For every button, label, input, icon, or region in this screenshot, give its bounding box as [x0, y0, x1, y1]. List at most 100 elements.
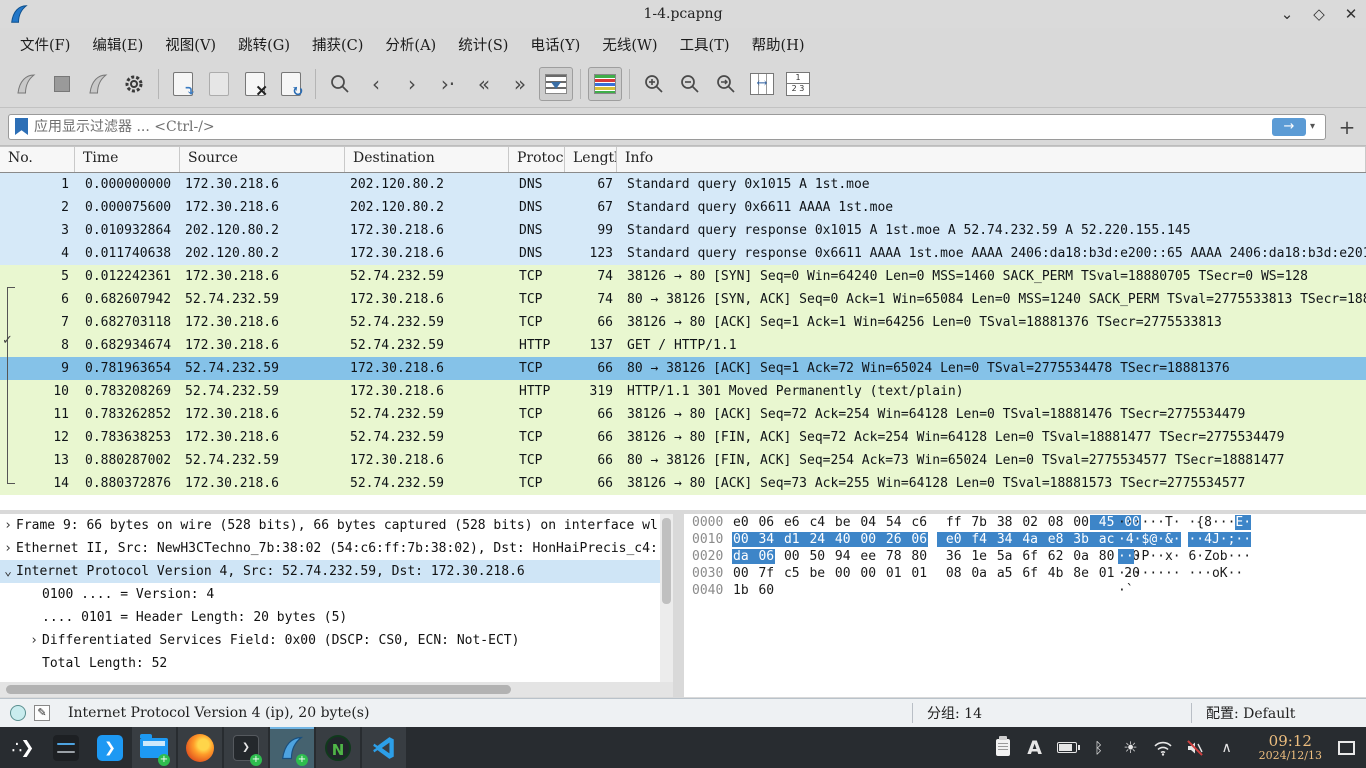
packet-row-12[interactable]: 120.783638253172.30.218.652.74.232.59TCP… — [0, 426, 1366, 449]
last-packet-button[interactable]: » — [503, 67, 537, 101]
packet-row-11[interactable]: 110.783262852172.30.218.652.74.232.59TCP… — [0, 403, 1366, 426]
start-capture-button[interactable] — [9, 67, 43, 101]
clipboard-icon[interactable] — [989, 733, 1017, 763]
resize-columns-button[interactable]: ↔ — [745, 67, 779, 101]
dock-terminal[interactable]: ❯+ — [224, 727, 268, 768]
dock-app-launcher[interactable]: ∴❯ — [0, 727, 44, 768]
detail-line-3[interactable]: 0100 .... = Version: 4 — [0, 583, 660, 606]
packet-row-3[interactable]: 30.010932864202.120.80.2172.30.218.6DNS9… — [0, 219, 1366, 242]
menu-item-7[interactable]: 电话(Y) — [520, 30, 590, 59]
capture-comment-icon[interactable]: ✎ — [34, 705, 50, 721]
detail-line-1[interactable]: ›Ethernet II, Src: NewH3CTechno_7b:38:02… — [0, 537, 660, 560]
column-header-time[interactable]: Time — [75, 147, 180, 172]
packet-row-8[interactable]: 80.682934674172.30.218.652.74.232.59HTTP… — [0, 334, 1366, 357]
first-packet-button[interactable]: « — [467, 67, 501, 101]
go-back-button[interactable]: ‹ — [359, 67, 393, 101]
apply-filter-button[interactable]: → — [1272, 118, 1306, 136]
battery-icon[interactable] — [1053, 733, 1081, 763]
bluetooth-icon[interactable]: ᛒ — [1085, 733, 1113, 763]
close-file-button[interactable]: ✕ — [238, 67, 272, 101]
hex-row-0010[interactable]: 001000 34 d1 24 40 00 26 06 e0 f4 34 4a … — [684, 531, 1366, 548]
packet-row-13[interactable]: 130.88028700252.74.232.59172.30.218.6TCP… — [0, 449, 1366, 472]
packet-row-14[interactable]: 140.880372876172.30.218.652.74.232.59TCP… — [0, 472, 1366, 495]
profile-label[interactable]: 配置: Default — [1206, 703, 1356, 723]
packet-row-9[interactable]: 90.78196365452.74.232.59172.30.218.6TCP6… — [0, 357, 1366, 380]
taskbar-clock[interactable]: 09:12 2024/12/13 — [1259, 733, 1322, 762]
packet-row-4[interactable]: 40.011740638202.120.80.2172.30.218.6DNS1… — [0, 242, 1366, 265]
open-file-button[interactable]: ⤵ — [166, 67, 200, 101]
colorize-toggle[interactable] — [588, 67, 622, 101]
detail-line-6[interactable]: Total Length: 52 — [0, 652, 660, 675]
column-header-dst[interactable]: Destination — [345, 147, 509, 172]
number-columns-button[interactable]: 12 3 — [781, 67, 815, 101]
expert-info-icon[interactable] — [10, 705, 26, 721]
detail-vertical-scrollbar[interactable] — [660, 514, 673, 682]
dock-system-settings[interactable] — [44, 727, 88, 768]
dock-firefox[interactable] — [178, 727, 222, 768]
packet-row-7[interactable]: 70.682703118172.30.218.652.74.232.59TCP6… — [0, 311, 1366, 334]
menu-item-2[interactable]: 视图(V) — [155, 30, 226, 59]
collapsed-expander-icon[interactable]: › — [26, 629, 42, 652]
menu-item-1[interactable]: 编辑(E) — [82, 30, 153, 59]
dock-neovim[interactable]: N — [316, 727, 360, 768]
brightness-icon[interactable]: ☀ — [1117, 733, 1145, 763]
auto-scroll-toggle[interactable] — [539, 67, 573, 101]
restart-capture-button[interactable] — [81, 67, 115, 101]
add-filter-button[interactable]: + — [1336, 115, 1358, 139]
menu-item-8[interactable]: 无线(W) — [592, 30, 667, 59]
stop-capture-button[interactable] — [45, 67, 79, 101]
hex-row-0000[interactable]: 0000e0 06 e6 c4 be 04 54 c6 ff 7b 38 02 … — [684, 514, 1366, 531]
show-desktop-button[interactable] — [1332, 733, 1360, 763]
find-packet-button[interactable] — [323, 67, 357, 101]
detail-line-0[interactable]: ›Frame 9: 66 bytes on wire (528 bits), 6… — [0, 514, 660, 537]
hex-row-0030[interactable]: 003000 7f c5 be 00 00 01 01 08 0a a5 6f … — [684, 565, 1366, 582]
detail-horizontal-scrollbar[interactable] — [0, 682, 673, 697]
volume-muted-icon[interactable] — [1181, 733, 1209, 763]
detail-line-4[interactable]: .... 0101 = Header Length: 20 bytes (5) — [0, 606, 660, 629]
go-forward-button[interactable]: › — [395, 67, 429, 101]
column-header-no[interactable]: No. — [0, 147, 75, 172]
menu-item-3[interactable]: 跳转(G) — [228, 30, 300, 59]
dock-discover[interactable]: ❯ — [88, 727, 132, 768]
display-filter-input[interactable] — [34, 119, 1272, 135]
zoom-reset-button[interactable] — [709, 67, 743, 101]
bookmark-icon[interactable] — [15, 118, 28, 135]
column-header-src[interactable]: Source — [180, 147, 345, 172]
zoom-in-button[interactable] — [637, 67, 671, 101]
pane-divider[interactable] — [673, 514, 684, 697]
wifi-icon[interactable] — [1149, 733, 1177, 763]
dock-wireshark[interactable]: + — [270, 727, 314, 768]
packet-row-5[interactable]: 50.012242361172.30.218.652.74.232.59TCP7… — [0, 265, 1366, 288]
hex-row-0040[interactable]: 00401b 60·` — [684, 582, 1366, 599]
collapsed-expander-icon[interactable]: › — [0, 514, 16, 537]
column-header-info[interactable]: Info — [617, 147, 1366, 172]
collapsed-expander-icon[interactable]: › — [0, 537, 16, 560]
packet-row-6[interactable]: 60.68260794252.74.232.59172.30.218.6TCP7… — [0, 288, 1366, 311]
dock-vscode[interactable] — [362, 727, 406, 768]
go-to-packet-button[interactable]: ›· — [431, 67, 465, 101]
reload-file-button[interactable]: ↻ — [274, 67, 308, 101]
menu-item-10[interactable]: 帮助(H) — [742, 30, 815, 59]
packet-row-1[interactable]: 10.000000000172.30.218.6202.120.80.2DNS6… — [0, 173, 1366, 196]
input-method-icon[interactable]: A — [1021, 733, 1049, 763]
packet-row-2[interactable]: 20.000075600172.30.218.6202.120.80.2DNS6… — [0, 196, 1366, 219]
minimize-button[interactable]: ⌄ — [1278, 5, 1296, 23]
column-header-proto[interactable]: Protocol — [509, 147, 565, 172]
dock-file-manager[interactable]: + — [132, 727, 176, 768]
menu-item-9[interactable]: 工具(T) — [670, 30, 740, 59]
expanded-expander-icon[interactable]: ⌄ — [0, 560, 16, 583]
menu-item-6[interactable]: 统计(S) — [448, 30, 518, 59]
packet-row-10[interactable]: 100.78320826952.74.232.59172.30.218.6HTT… — [0, 380, 1366, 403]
hex-row-0020[interactable]: 0020da 06 00 50 94 ee 78 80 36 1e 5a 6f … — [684, 548, 1366, 565]
zoom-out-button[interactable] — [673, 67, 707, 101]
filter-dropdown-caret-icon[interactable]: ▾ — [1310, 121, 1315, 132]
menu-item-0[interactable]: 文件(F) — [10, 30, 80, 59]
save-file-button[interactable] — [202, 67, 236, 101]
menu-item-4[interactable]: 捕获(C) — [302, 30, 373, 59]
close-button[interactable]: ✕ — [1342, 5, 1360, 23]
detail-line-2[interactable]: ⌄Internet Protocol Version 4, Src: 52.74… — [0, 560, 660, 583]
detail-line-5[interactable]: ›Differentiated Services Field: 0x00 (DS… — [0, 629, 660, 652]
capture-options-button[interactable] — [117, 67, 151, 101]
maximize-button[interactable]: ◇ — [1310, 5, 1328, 23]
menu-item-5[interactable]: 分析(A) — [375, 30, 446, 59]
